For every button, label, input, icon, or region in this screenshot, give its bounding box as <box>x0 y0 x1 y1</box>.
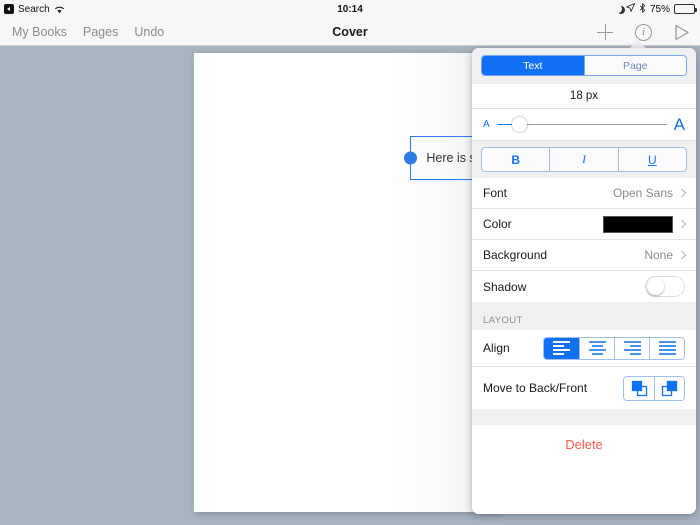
align-center-icon <box>588 341 606 355</box>
toggle-knob <box>647 278 664 295</box>
background-row-label: Background <box>483 248 548 262</box>
align-justify-icon <box>658 341 676 355</box>
location-arrow-icon <box>626 3 635 15</box>
info-circle-icon[interactable]: i <box>635 23 652 41</box>
status-bar: Search 10:14 75% <box>0 0 700 18</box>
battery-percent-label: 75% <box>649 3 670 15</box>
small-a-icon: A <box>483 119 490 130</box>
background-row-value: None <box>644 248 673 262</box>
plus-icon[interactable] <box>597 24 613 40</box>
send-to-back-icon <box>631 380 647 396</box>
segmented-control: Text Page <box>481 55 687 76</box>
font-row-label: Font <box>483 186 508 200</box>
large-a-icon: A <box>673 115 685 134</box>
move-layer-label: Move to Back/Front <box>483 381 588 395</box>
color-row[interactable]: Color <box>472 209 696 240</box>
align-right-button[interactable] <box>614 337 649 359</box>
chevron-right-icon <box>677 219 687 229</box>
slider-thumb[interactable] <box>511 117 527 132</box>
status-bar-right: 75% <box>613 0 697 18</box>
font-row[interactable]: Font Open Sans <box>472 178 696 209</box>
delete-button[interactable]: Delete <box>472 425 696 463</box>
bring-to-front-button[interactable] <box>654 376 684 400</box>
ipad-screen: Search 10:14 75% My Books Pages Undo Cov… <box>0 0 700 525</box>
tab-text[interactable]: Text <box>482 56 584 75</box>
chevron-right-icon <box>677 250 687 260</box>
resize-handle-left[interactable] <box>404 151 417 165</box>
text-style-wrap: B I U <box>472 141 696 178</box>
bold-button[interactable]: B <box>482 148 549 171</box>
book-page[interactable]: Here is some text <box>194 53 546 512</box>
color-swatch[interactable] <box>603 215 673 233</box>
moon-icon <box>613 4 623 14</box>
shadow-row: Shadow <box>472 271 696 302</box>
align-justify-button[interactable] <box>649 337 684 359</box>
battery-icon <box>674 4 697 14</box>
text-style-group: B I U <box>481 147 687 172</box>
layout-section-header: LAYOUT <box>472 302 696 330</box>
align-center-button[interactable] <box>579 337 614 359</box>
text-inspector-popover: Text Page 18 px A A B I U Font Open Sans… <box>472 48 696 514</box>
font-size-slider-row: A A <box>472 109 696 141</box>
font-size-slider[interactable] <box>496 117 667 133</box>
navigation-bar: My Books Pages Undo Cover i <box>0 18 700 46</box>
align-right-icon <box>623 341 641 355</box>
bring-to-front-icon <box>661 380 678 396</box>
align-row: Align <box>472 330 696 367</box>
section-gap <box>472 409 696 425</box>
play-triangle-icon[interactable] <box>674 24 690 41</box>
tab-page[interactable]: Page <box>583 56 686 75</box>
move-layer-row: Move to Back/Front <box>472 367 696 409</box>
align-button-group <box>543 336 685 360</box>
shadow-row-label: Shadow <box>483 279 527 294</box>
move-layer-group <box>623 375 685 401</box>
font-size-value: 18 px <box>472 84 696 109</box>
align-row-label: Align <box>483 341 510 355</box>
background-row[interactable]: Background None <box>472 240 696 271</box>
chevron-right-icon <box>677 188 687 198</box>
align-left-button[interactable] <box>544 337 579 359</box>
page-title: Cover <box>332 24 368 39</box>
segmented-control-wrap: Text Page <box>472 48 696 84</box>
underline-button[interactable]: U <box>617 148 686 171</box>
shadow-toggle[interactable] <box>645 276 685 297</box>
color-row-label: Color <box>483 217 512 231</box>
bluetooth-icon <box>639 2 646 16</box>
font-row-value: Open Sans <box>612 186 673 200</box>
align-left-icon <box>553 341 570 355</box>
status-bar-clock: 10:14 <box>337 3 363 15</box>
send-to-back-button[interactable] <box>624 376 654 400</box>
italic-button[interactable]: I <box>549 148 617 171</box>
